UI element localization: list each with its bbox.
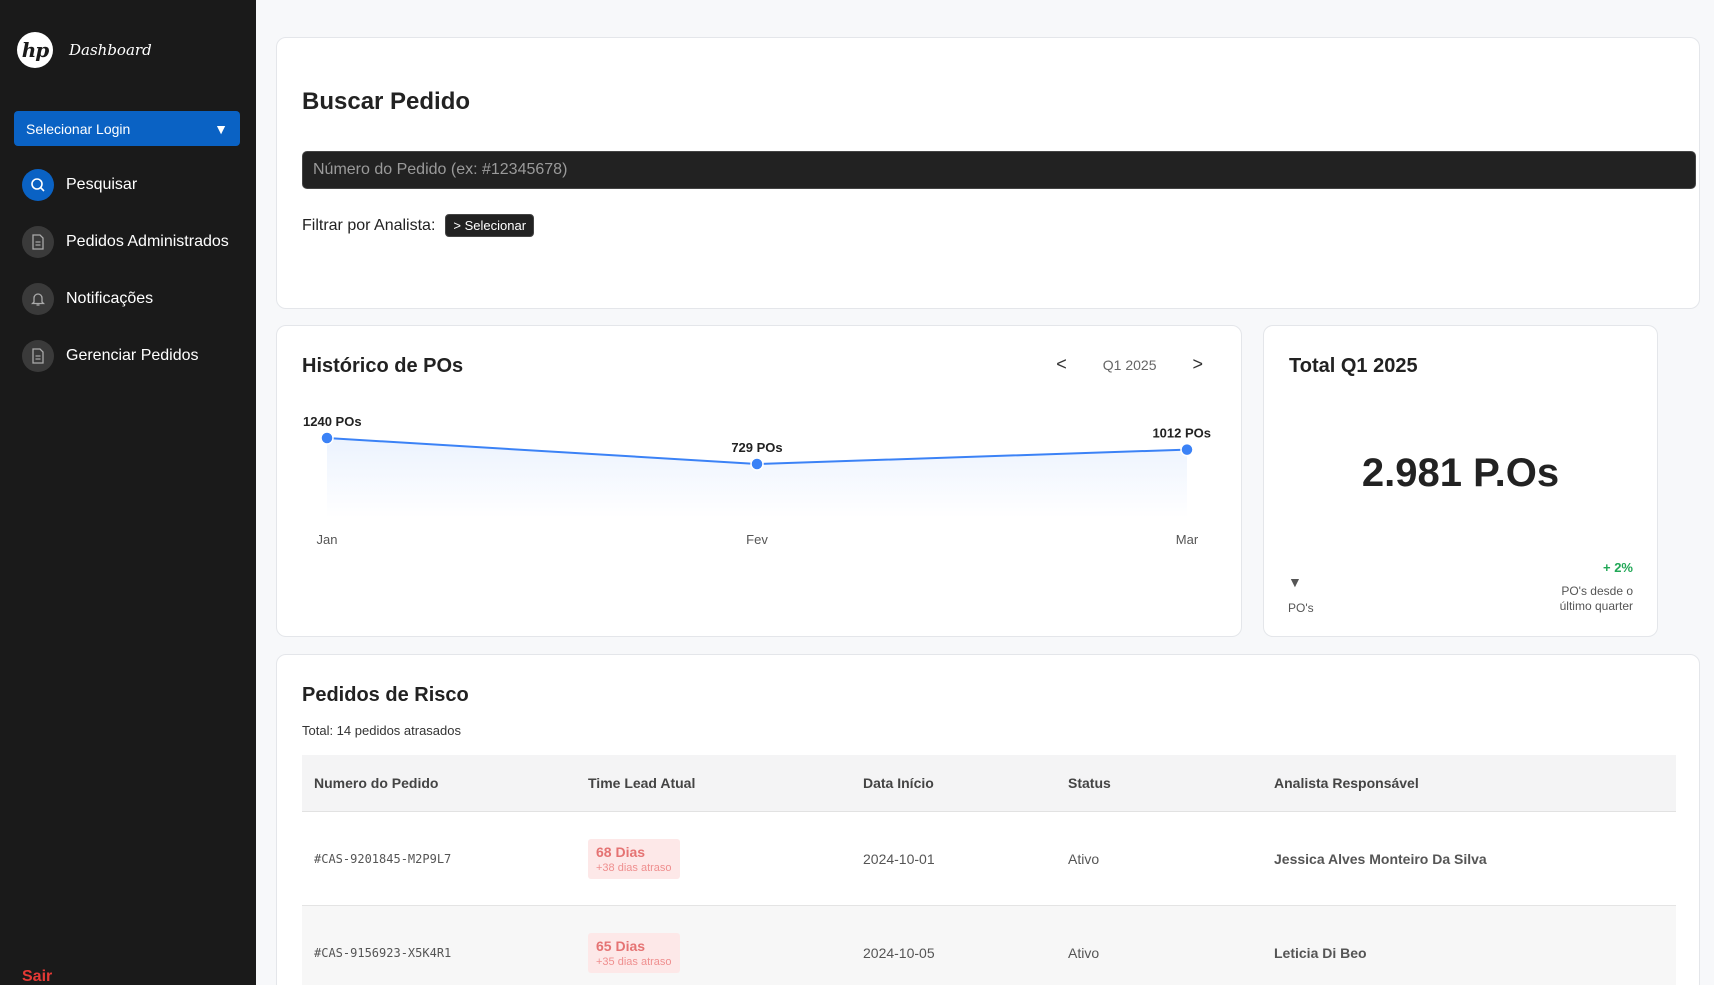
- column-header[interactable]: Time Lead Atual: [576, 775, 851, 791]
- order-number[interactable]: #CAS-9156923-X5K4R1: [302, 946, 576, 960]
- select-analyst-button[interactable]: > Selecionar: [445, 214, 535, 237]
- start-date: 2024-10-01: [863, 850, 935, 867]
- data-label: 1240 POs: [303, 414, 362, 429]
- search-title: Buscar Pedido: [302, 88, 471, 115]
- column-header[interactable]: Numero do Pedido: [302, 775, 576, 791]
- document-icon: [22, 340, 54, 372]
- sidebar-item-pesquisar[interactable]: Pesquisar: [22, 168, 229, 202]
- logo-row: hp Dashboard: [17, 32, 152, 68]
- triangle-down-icon: ▼: [1288, 574, 1302, 590]
- po-history-chart: 1240 POs Jan 729 POs Fev 1012 POs Mar: [303, 414, 1211, 547]
- analyst-name: Jessica Alves Monteiro Da Silva: [1274, 850, 1487, 867]
- sidebar-item-label: Pesquisar: [66, 176, 138, 193]
- quarter-nav: < Q1 2025 >: [1050, 354, 1209, 375]
- analyst-filter: Filtrar por Analista: > Selecionar: [302, 214, 535, 237]
- change-note: PO's desde o último quarter: [1559, 584, 1633, 613]
- app-title: Dashboard: [69, 41, 152, 59]
- status: Ativo: [1068, 850, 1100, 867]
- delay-days: +35 dias atraso: [596, 955, 672, 968]
- chart-point[interactable]: [320, 431, 334, 445]
- logout-link[interactable]: Sair: [22, 968, 52, 985]
- risk-card: Pedidos de Risco Total: 14 pedidos atras…: [276, 654, 1700, 985]
- risk-table: Numero do Pedido Time Lead Atual Data In…: [302, 755, 1676, 985]
- document-icon: [22, 226, 54, 258]
- lead-days: 65 Dias: [596, 937, 646, 954]
- sidebar-item-label: Gerenciar Pedidos: [66, 347, 199, 364]
- total-card: Total Q1 2025 2.981 P.Os ▼ PO's + 2% PO'…: [1263, 325, 1658, 637]
- x-tick-label: Mar: [1176, 532, 1199, 547]
- lead-time-cell: 65 Dias +35 dias atraso: [576, 932, 851, 973]
- sidebar: hp Dashboard Selecionar Login ▼ Pesquisa…: [0, 0, 256, 985]
- sidebar-item-label: Pedidos Administrados: [66, 233, 229, 250]
- column-header[interactable]: Data Início: [851, 775, 1056, 791]
- status: Ativo: [1068, 944, 1100, 961]
- hp-logo[interactable]: hp: [17, 32, 53, 68]
- history-title: Histórico de POs: [302, 355, 464, 377]
- sidebar-item-label: Notificações: [66, 290, 154, 307]
- next-quarter-button[interactable]: >: [1186, 354, 1209, 375]
- search-card: Buscar Pedido Filtrar por Analista: > Se…: [276, 37, 1700, 309]
- total-value: 2.981 P.Os: [1361, 451, 1560, 495]
- filter-label: Filtrar por Analista:: [302, 216, 436, 234]
- order-search-input[interactable]: [302, 151, 1696, 189]
- chevron-down-icon: ▼: [214, 120, 228, 137]
- table-row[interactable]: #CAS-9156923-X5K4R1 65 Dias +35 dias atr…: [302, 906, 1676, 985]
- bell-icon: [22, 283, 54, 315]
- table-row[interactable]: #CAS-9201845-M2P9L7 68 Dias +38 dias atr…: [302, 812, 1676, 906]
- sidebar-nav: Pesquisar Pedidos Administrados Notifica…: [22, 168, 229, 396]
- chart-point[interactable]: [750, 457, 764, 471]
- sidebar-item-notificacoes[interactable]: Notificações: [22, 282, 229, 316]
- history-card: Histórico de POs < Q1 2025 > 1240 POs Jan…: [276, 325, 1242, 637]
- column-header[interactable]: Analista Responsável: [1262, 775, 1676, 791]
- x-tick-label: Fev: [746, 532, 768, 547]
- sidebar-item-pedidos-administrados[interactable]: Pedidos Administrados: [22, 225, 229, 259]
- data-label: 729 POs: [731, 440, 782, 455]
- column-header[interactable]: Status: [1056, 775, 1262, 791]
- lead-days: 68 Dias: [596, 843, 646, 860]
- lead-time-cell: 68 Dias +38 dias atraso: [576, 838, 851, 879]
- order-number[interactable]: #CAS-9201845-M2P9L7: [302, 852, 576, 866]
- login-select[interactable]: Selecionar Login ▼: [14, 111, 240, 146]
- change-percent: + 2%: [1603, 560, 1633, 575]
- sidebar-item-gerenciar-pedidos[interactable]: Gerenciar Pedidos: [22, 339, 229, 373]
- search-icon: [22, 169, 54, 201]
- lead-time-badge: 68 Dias +38 dias atraso: [588, 838, 680, 879]
- risk-title: Pedidos de Risco: [302, 684, 469, 706]
- prev-quarter-button[interactable]: <: [1050, 354, 1073, 375]
- delay-days: +38 dias atraso: [596, 861, 672, 874]
- table-header: Numero do Pedido Time Lead Atual Data In…: [302, 755, 1676, 812]
- data-label: 1012 POs: [1152, 426, 1211, 441]
- risk-subtitle: Total: 14 pedidos atrasados: [302, 723, 461, 738]
- analyst-name: Leticia Di Beo: [1274, 944, 1367, 961]
- x-tick-label: Jan: [317, 532, 338, 547]
- login-select-label: Selecionar Login: [26, 120, 131, 137]
- total-label: PO's: [1288, 601, 1314, 615]
- lead-time-badge: 65 Dias +35 dias atraso: [588, 932, 680, 973]
- quarter-label: Q1 2025: [1102, 356, 1157, 373]
- start-date: 2024-10-05: [863, 944, 935, 961]
- chart-point[interactable]: [1180, 442, 1194, 457]
- total-title: Total Q1 2025: [1289, 355, 1418, 377]
